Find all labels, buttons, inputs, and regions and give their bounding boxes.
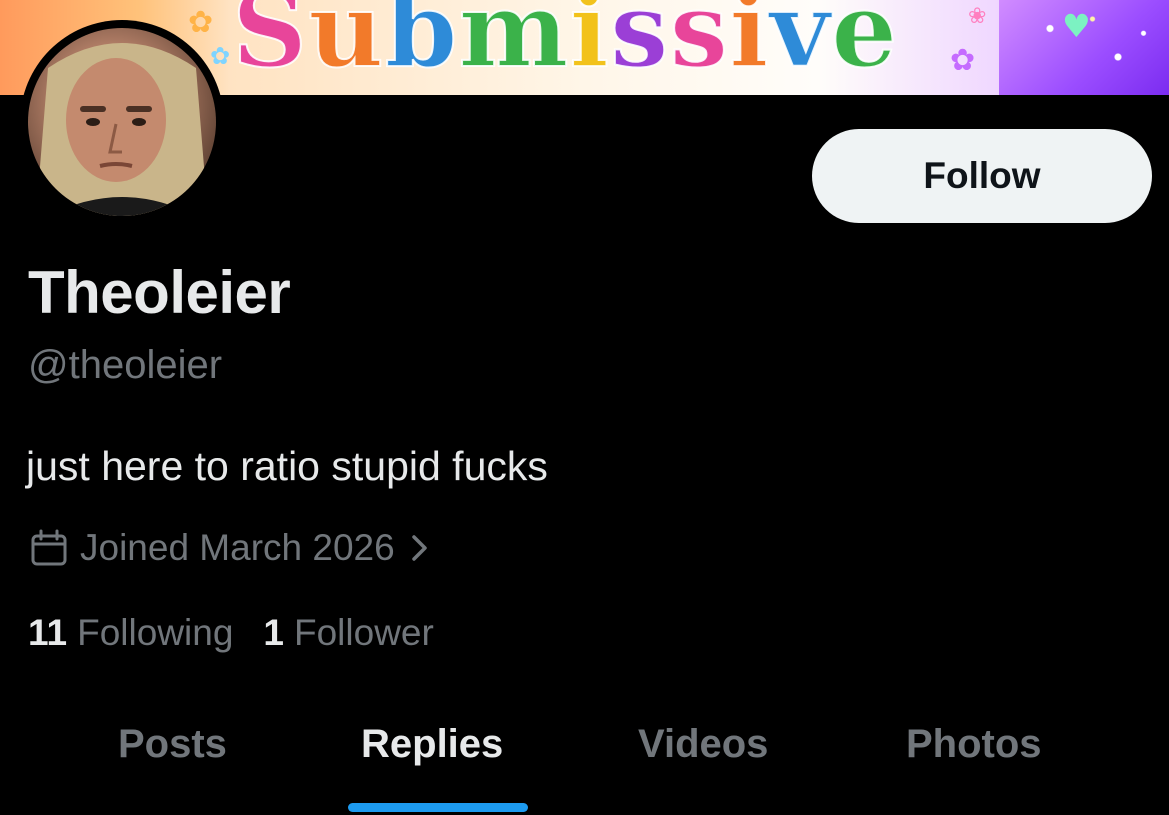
profile-bio: just here to ratio stupid fucks (26, 443, 548, 489)
followers-link[interactable]: 1 Follower (263, 612, 433, 654)
followers-label: Follower (294, 612, 434, 653)
flower-icon: ✿ (188, 5, 214, 40)
joined-date: Joined March 2026 (80, 527, 395, 568)
banner-letter: v (769, 0, 832, 91)
banner-letter: u (307, 0, 385, 91)
banner-letter: S (231, 0, 309, 91)
tab-posts[interactable]: Posts (118, 722, 227, 767)
banner-letter: e (830, 0, 899, 91)
user-handle: @theoleier (28, 343, 223, 387)
flower-icon: ❀ (968, 4, 987, 29)
banner-letter: s (669, 0, 730, 91)
followers-count: 1 (263, 612, 284, 653)
following-label: Following (77, 612, 234, 653)
user-avatar-icon (28, 28, 216, 216)
profile-tabs: Posts Replies Videos Photos (0, 700, 1169, 815)
banner-letter: s (609, 0, 670, 91)
follow-button[interactable]: Follow (812, 129, 1152, 223)
chevron-right-icon (411, 535, 427, 561)
following-link[interactable]: 11 Following (28, 612, 233, 654)
flower-icon: ✿ (950, 43, 976, 78)
tab-replies[interactable]: Replies (361, 722, 503, 767)
calendar-icon (31, 529, 67, 566)
avatar[interactable] (20, 20, 224, 224)
active-tab-indicator (348, 803, 528, 812)
banner-text: Submissive (231, 0, 898, 83)
banner-letter: i (569, 0, 611, 91)
banner-letter: m (457, 0, 570, 91)
flower-icon: ✿ (210, 42, 231, 70)
tab-photos[interactable]: Photos (906, 722, 1042, 767)
following-count: 11 (28, 612, 68, 653)
banner-letter: b (384, 0, 459, 91)
tab-videos[interactable]: Videos (638, 722, 768, 767)
display-name: Theoleier (28, 259, 291, 326)
joined-date-row[interactable]: Joined March 2026 (28, 527, 431, 569)
heart-icon: ♥ (1062, 7, 1091, 45)
follow-stats: 11 Following 1 Follower (28, 612, 434, 654)
banner-letter: i (728, 0, 770, 91)
